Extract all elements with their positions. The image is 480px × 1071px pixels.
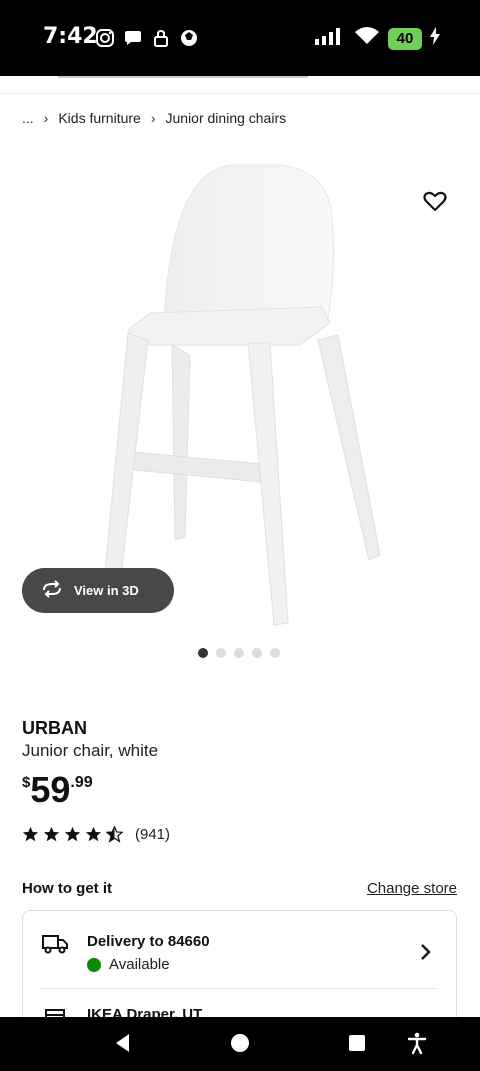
truck-icon [41, 933, 69, 955]
chevron-right-icon[interactable] [418, 943, 432, 961]
back-icon[interactable] [111, 1031, 135, 1055]
price-currency: $ [22, 774, 31, 791]
status-time: 7:42 [43, 24, 98, 49]
delivery-availability: Available [87, 956, 170, 973]
signal-icon [314, 26, 346, 51]
price-whole: 59 [30, 769, 71, 810]
delivery-title[interactable]: Delivery to 84660 [87, 933, 210, 950]
product-name: URBAN [22, 718, 87, 738]
status-system-icons: 40 [314, 26, 440, 51]
chevron-right-icon: › [150, 110, 156, 126]
lock-icon [151, 28, 171, 48]
product-image[interactable] [0, 145, 480, 635]
star-full-icon [85, 826, 102, 842]
card-divider [41, 988, 438, 989]
product-description: Junior chair, white [22, 741, 159, 760]
junior-chair-image [103, 164, 381, 626]
product-price: $ 59 .99 [22, 770, 93, 810]
accessibility-icon[interactable] [405, 1031, 429, 1055]
carousel-dot[interactable] [270, 648, 280, 658]
star-full-icon [64, 826, 81, 842]
star-half-icon [106, 826, 123, 843]
carousel-dot[interactable] [252, 648, 262, 658]
ball-icon [179, 28, 199, 48]
view-in-3d-label: View in 3D [74, 583, 139, 598]
chat-icon [123, 28, 143, 48]
status-bar: 7:42 40 [0, 0, 480, 76]
how-to-get-it-title: How to get it [22, 880, 112, 897]
breadcrumb: ... › Kids furniture › Junior dining cha… [22, 110, 286, 126]
product-rating[interactable]: (941) [22, 826, 170, 843]
rotate-3d-icon [40, 580, 64, 601]
status-notification-icons [95, 28, 199, 48]
system-navigation-bar [0, 1017, 480, 1071]
image-carousel-indicator[interactable] [198, 648, 280, 658]
carousel-dot[interactable] [234, 648, 244, 658]
change-store-link[interactable]: Change store [367, 880, 457, 897]
available-status-dot [87, 957, 101, 972]
wifi-icon [354, 26, 380, 51]
availability-label: Available [109, 956, 170, 973]
view-in-3d-button[interactable]: View in 3D [22, 568, 174, 613]
charging-icon [430, 27, 440, 50]
carousel-dot[interactable] [216, 648, 226, 658]
breadcrumb-item-kids-furniture[interactable]: Kids furniture [58, 110, 140, 126]
star-full-icon [22, 826, 39, 842]
breadcrumb-item-junior-dining-chairs[interactable]: Junior dining chairs [166, 110, 287, 126]
breadcrumb-ellipsis[interactable]: ... [22, 110, 34, 126]
chevron-right-icon: › [43, 110, 49, 126]
instagram-icon [95, 28, 115, 48]
star-full-icon [43, 826, 60, 842]
price-decimal: .99 [70, 774, 93, 791]
rating-count: (941) [135, 826, 171, 843]
battery-indicator: 40 [388, 27, 422, 50]
heart-icon[interactable] [422, 188, 448, 214]
header-strip [0, 76, 480, 94]
carousel-dot[interactable] [198, 648, 208, 658]
home-icon[interactable] [228, 1031, 252, 1055]
recents-icon[interactable] [345, 1031, 369, 1055]
